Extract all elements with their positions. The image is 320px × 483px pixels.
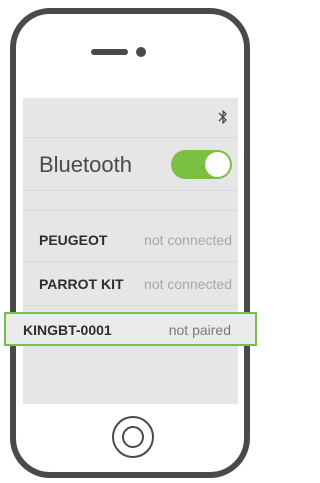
device-status: not paired — [168, 322, 231, 338]
device-name: PARROT KIT — [39, 276, 124, 292]
device-status: not connected — [144, 276, 232, 292]
toggle-knob — [205, 152, 230, 177]
device-status: not connected — [144, 232, 232, 248]
device-name: KINGBT-0001 — [23, 322, 112, 338]
home-button-inner — [122, 426, 144, 448]
bluetooth-toggle[interactable] — [171, 150, 232, 179]
bluetooth-label: Bluetooth — [39, 152, 132, 177]
section-spacer — [23, 191, 238, 211]
device-row-parrot-kit[interactable]: PARROT KIT not connected — [23, 262, 238, 306]
device-row-kingbt-0001[interactable]: KINGBT-0001 not paired — [4, 312, 257, 346]
status-bar — [23, 98, 238, 138]
bluetooth-icon — [218, 110, 227, 124]
camera-dot — [136, 47, 146, 57]
device-row-peugeot[interactable]: PEUGEOT not connected — [23, 218, 238, 262]
bluetooth-setting-row: Bluetooth — [23, 138, 238, 191]
phone-screen: Bluetooth PEUGEOT not connected PARROT K… — [4, 98, 257, 404]
home-button[interactable] — [112, 416, 154, 458]
device-name: PEUGEOT — [39, 232, 108, 248]
speaker-grille — [91, 49, 128, 55]
